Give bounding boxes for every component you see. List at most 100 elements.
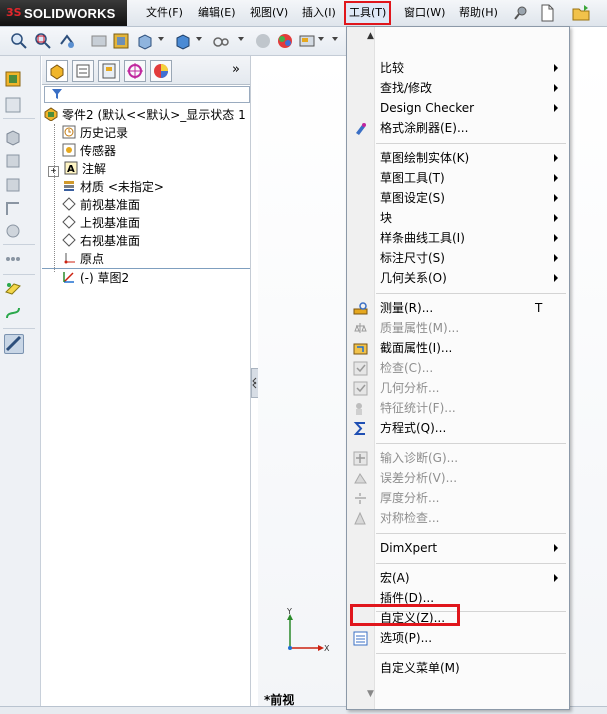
menu-item-find-modify[interactable]: 查找/修改 xyxy=(380,78,432,98)
tree-item-top-plane[interactable]: 上视基准面 xyxy=(62,214,140,232)
menu-item-dimxpert[interactable]: DimXpert xyxy=(380,538,437,558)
open-folder-icon[interactable] xyxy=(571,3,591,23)
scroll-down-icon[interactable]: ▼ xyxy=(367,689,374,699)
tree-item-origin[interactable]: 原点 xyxy=(62,250,104,268)
more-tabs-icon[interactable]: » xyxy=(232,62,240,77)
expand-toggle-icon[interactable]: + xyxy=(48,166,59,177)
tree-item-history[interactable]: 历史记录 xyxy=(62,124,128,142)
solidworks-logo[interactable]: 3S SOLIDWORKS xyxy=(0,0,127,26)
menu-item-equations[interactable]: 方程式(Q)... xyxy=(380,418,446,438)
menu-file[interactable]: 文件(F) xyxy=(143,4,186,22)
features-icon[interactable] xyxy=(4,70,22,88)
pattern-icon[interactable] xyxy=(4,250,22,268)
new-document-icon[interactable] xyxy=(537,3,557,23)
menu-edit[interactable]: 编辑(E) xyxy=(195,4,239,22)
material-icon xyxy=(64,181,74,191)
display-style-icon[interactable] xyxy=(174,32,192,50)
zoom-area-icon[interactable] xyxy=(34,32,52,50)
history-icon xyxy=(62,125,76,139)
tree-item-label: 上视基准面 xyxy=(80,216,141,230)
curves-icon[interactable] xyxy=(4,304,22,322)
menu-item-options[interactable]: 选项(P)... xyxy=(380,628,432,648)
tree-item-label: 注解 xyxy=(82,162,107,176)
zoom-to-fit-icon[interactable] xyxy=(10,32,28,50)
menu-item-dimensions[interactable]: 标注尺寸(S) xyxy=(380,248,445,268)
separator xyxy=(3,328,35,329)
tree-item-annotations[interactable]: + A 注解 xyxy=(48,160,106,178)
tree-item-sketch2[interactable]: (-) 草图2 xyxy=(62,269,129,287)
axis-y-label: Y xyxy=(287,607,292,616)
tree-item-sensors[interactable]: 传感器 xyxy=(62,142,116,160)
dimxpert-manager-tab-icon[interactable] xyxy=(124,60,146,82)
display-manager-tab-icon[interactable] xyxy=(150,60,172,82)
view-toolbar xyxy=(0,27,346,56)
menu-item-spline-tools[interactable]: 样条曲线工具(I) xyxy=(380,228,465,248)
scroll-up-icon[interactable]: ▲ xyxy=(367,31,374,41)
menu-window[interactable]: 窗口(W) xyxy=(401,4,448,22)
section-view-icon[interactable] xyxy=(90,32,108,50)
menu-item-compare[interactable]: 比较 xyxy=(380,58,404,78)
view-orientation-icon[interactable] xyxy=(136,32,154,50)
menu-item-macro[interactable]: 宏(A) xyxy=(380,568,410,588)
sketch-icon xyxy=(63,272,74,283)
menu-tools[interactable]: 工具(T) xyxy=(344,1,392,25)
chevron-down-icon[interactable] xyxy=(238,37,244,41)
menu-item-mass-properties: 质量属性(M)... xyxy=(380,321,460,335)
tree-item-front-plane[interactable]: 前视基准面 xyxy=(62,196,140,214)
feature-statistics-icon xyxy=(356,403,362,415)
tree-item-label: 零件2 (默认<<默认>_显示状态 1 xyxy=(62,108,246,122)
dynamic-annotation-icon[interactable] xyxy=(112,32,130,50)
revolve-icon[interactable] xyxy=(4,152,22,170)
chevron-down-icon[interactable] xyxy=(332,37,338,41)
menu-insert[interactable]: 插入(I) xyxy=(299,4,339,22)
hide-show-items-icon[interactable] xyxy=(212,32,230,50)
instant3d-icon[interactable] xyxy=(4,334,24,354)
scene-icon[interactable] xyxy=(276,32,294,50)
reference-geometry-icon[interactable] xyxy=(4,280,22,298)
geometry-analysis-icon xyxy=(353,381,368,396)
separator xyxy=(3,274,35,275)
tree-item-label: 传感器 xyxy=(80,144,117,158)
submenu-arrow-icon xyxy=(554,274,558,282)
pin-icon[interactable] xyxy=(511,3,531,23)
chevron-down-icon[interactable] xyxy=(318,37,324,41)
view-settings-icon[interactable] xyxy=(298,32,316,50)
check-icon xyxy=(353,361,368,376)
menu-item-sketch-settings[interactable]: 草图设定(S) xyxy=(380,188,445,208)
feature-manager-tab-icon[interactable] xyxy=(46,60,68,82)
menu-item-deviation-analysis: 误差分析(V)... xyxy=(380,471,458,485)
menu-view[interactable]: 视图(V) xyxy=(247,4,291,22)
menu-item-customize-menu[interactable]: 自定义菜单(M) xyxy=(380,658,460,678)
menu-item-sketch-entities[interactable]: 草图绘制实体(K) xyxy=(380,148,469,168)
filter-icon xyxy=(52,89,62,99)
tree-item-right-plane[interactable]: 右视基准面 xyxy=(62,232,140,250)
edit-appearance-icon[interactable] xyxy=(254,32,272,50)
property-manager-tab-icon[interactable] xyxy=(72,60,94,82)
menu-item-relations[interactable]: 几何关系(O) xyxy=(380,268,447,288)
menu-item-blocks[interactable]: 块 xyxy=(380,208,392,228)
menu-help[interactable]: 帮助(H) xyxy=(456,4,501,22)
shell-icon[interactable] xyxy=(4,176,22,194)
tree-item-part[interactable]: 零件2 (默认<<默认>_显示状态 1 xyxy=(44,106,246,124)
previous-view-icon[interactable] xyxy=(58,32,76,50)
measure-icon xyxy=(353,302,368,315)
menu-item-format-painter[interactable]: 格式涂刷器(E)... xyxy=(380,118,468,138)
configuration-manager-tab-icon[interactable] xyxy=(98,60,120,82)
tree-item-material[interactable]: 材质 <未指定> xyxy=(62,178,164,196)
menu-item-section-properties[interactable]: 截面属性(I)... xyxy=(380,338,452,358)
chevron-down-icon[interactable] xyxy=(196,37,202,41)
extrude-icon[interactable] xyxy=(4,128,22,146)
hole-wizard-icon[interactable] xyxy=(4,222,22,240)
menu-item-design-checker[interactable]: Design Checker xyxy=(380,98,474,118)
menu-item-sketch-tools[interactable]: 草图工具(T) xyxy=(380,168,445,188)
tree-filter-input[interactable] xyxy=(44,86,250,103)
separator xyxy=(3,118,35,119)
chevron-down-icon[interactable] xyxy=(158,37,164,41)
separator xyxy=(3,244,35,245)
sketch-tab-icon[interactable] xyxy=(4,96,22,114)
fillet-icon[interactable] xyxy=(4,200,22,218)
feature-manager-tabs: » xyxy=(42,56,250,85)
axis-x-label: X xyxy=(324,644,330,653)
section-properties-icon xyxy=(353,343,368,355)
menu-item-measure[interactable]: 测量(R)... xyxy=(380,298,433,318)
